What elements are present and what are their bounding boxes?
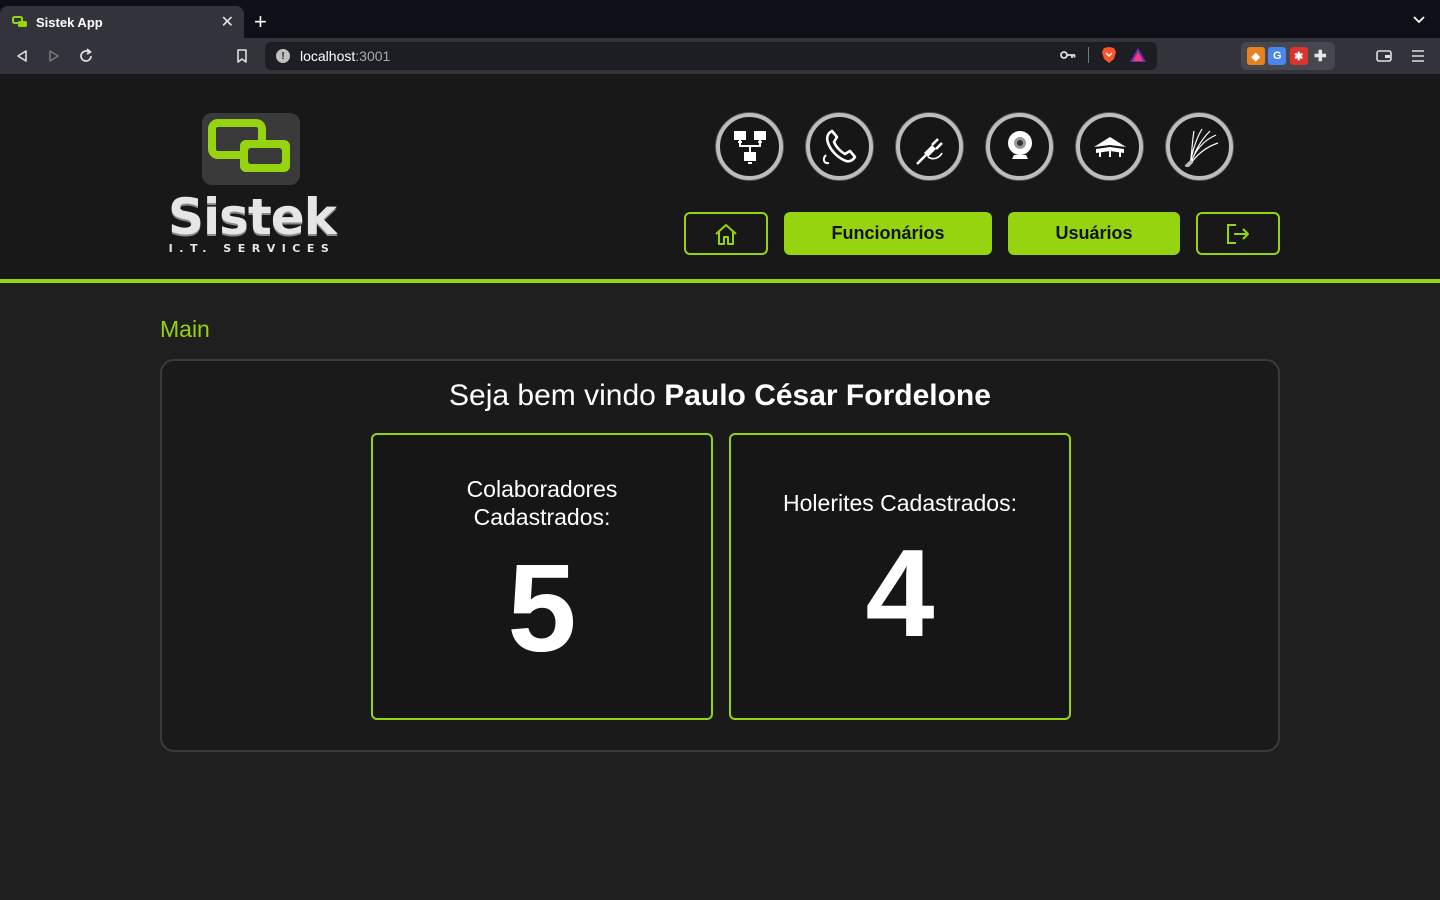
sistek-logo[interactable]: Sistek I.T. SERVICES: [162, 110, 342, 260]
cabling-icon[interactable]: [1076, 113, 1143, 180]
stat-card-employees[interactable]: Colaboradores Cadastrados: 5: [371, 433, 713, 720]
metamask-fox-icon[interactable]: ◆: [1246, 47, 1265, 65]
webcam-icon[interactable]: [986, 113, 1053, 180]
new-tab-icon[interactable]: +: [254, 10, 267, 34]
page-breadcrumb: Main: [160, 316, 210, 342]
address-bar-divider: [1088, 47, 1089, 63]
logo-mark-icon: [202, 113, 300, 185]
welcome-message: Seja bem vindo Paulo César Fordelone: [162, 379, 1278, 413]
home-icon: [715, 223, 737, 245]
reload-icon[interactable]: [76, 46, 96, 66]
dashboard-card: Seja bem vindo Paulo César Fordelone Col…: [160, 359, 1280, 752]
home-button[interactable]: [684, 212, 768, 255]
bookmark-icon[interactable]: [232, 46, 252, 66]
url-port: :3001: [355, 48, 391, 64]
site-info-icon[interactable]: !: [276, 49, 290, 63]
telephone-icon[interactable]: [806, 113, 873, 180]
browser-toolbar: ! localhost:3001 ◆ G ✱ ✚: [0, 38, 1440, 74]
app-favicon-icon: [12, 16, 27, 27]
stat-label: Colaboradores Cadastrados:: [466, 476, 618, 530]
browser-tab-bar: Sistek App ✕ +: [0, 0, 1440, 38]
browser-menu-icon[interactable]: [1408, 46, 1428, 66]
stat-value: 4: [865, 525, 935, 663]
tab-close-icon[interactable]: ✕: [221, 12, 234, 32]
users-button[interactable]: Usuários: [1008, 212, 1180, 255]
browser-tab[interactable]: Sistek App ✕: [0, 6, 244, 38]
stat-value: 5: [507, 540, 577, 678]
logout-button[interactable]: [1196, 212, 1280, 255]
tab-list-chevron-icon[interactable]: [1412, 12, 1426, 26]
brave-rewards-icon[interactable]: [1129, 47, 1147, 63]
wallet-icon[interactable]: [1374, 46, 1394, 66]
url-host: localhost: [300, 48, 356, 64]
forward-icon[interactable]: [44, 46, 64, 66]
logo-tagline: I.T. SERVICES: [168, 242, 336, 255]
address-bar[interactable]: ! localhost:3001: [265, 42, 1157, 70]
employees-button[interactable]: Funcionários: [784, 212, 992, 255]
fiber-optic-icon[interactable]: [1166, 113, 1233, 180]
user-name: Paulo César Fordelone: [664, 379, 991, 412]
electrical-plug-icon[interactable]: [896, 113, 963, 180]
site-header: Sistek I.T. SERVICES Funcionários Usuári…: [0, 74, 1440, 283]
logo-wordmark: Sistek: [168, 188, 337, 246]
welcome-prefix: Seja bem vindo: [449, 379, 656, 412]
brave-shields-icon[interactable]: [1101, 46, 1117, 64]
network-icon[interactable]: [716, 113, 783, 180]
back-icon[interactable]: [12, 46, 32, 66]
stat-label: Holerites Cadastrados:: [783, 490, 1017, 516]
extensions-group: ◆ G ✱ ✚: [1241, 42, 1335, 70]
tab-title: Sistek App: [36, 14, 103, 30]
page: Sistek I.T. SERVICES Funcionários Usuári…: [0, 74, 1440, 900]
services-icons-row: [716, 113, 1233, 180]
google-translate-icon[interactable]: G: [1268, 47, 1287, 65]
extensions-puzzle-icon[interactable]: ✚: [1311, 47, 1329, 65]
stat-card-payslips[interactable]: Holerites Cadastrados: 4: [729, 433, 1071, 720]
logout-icon: [1227, 223, 1249, 244]
password-key-icon[interactable]: [1060, 50, 1076, 60]
extension-red-icon[interactable]: ✱: [1289, 47, 1308, 65]
